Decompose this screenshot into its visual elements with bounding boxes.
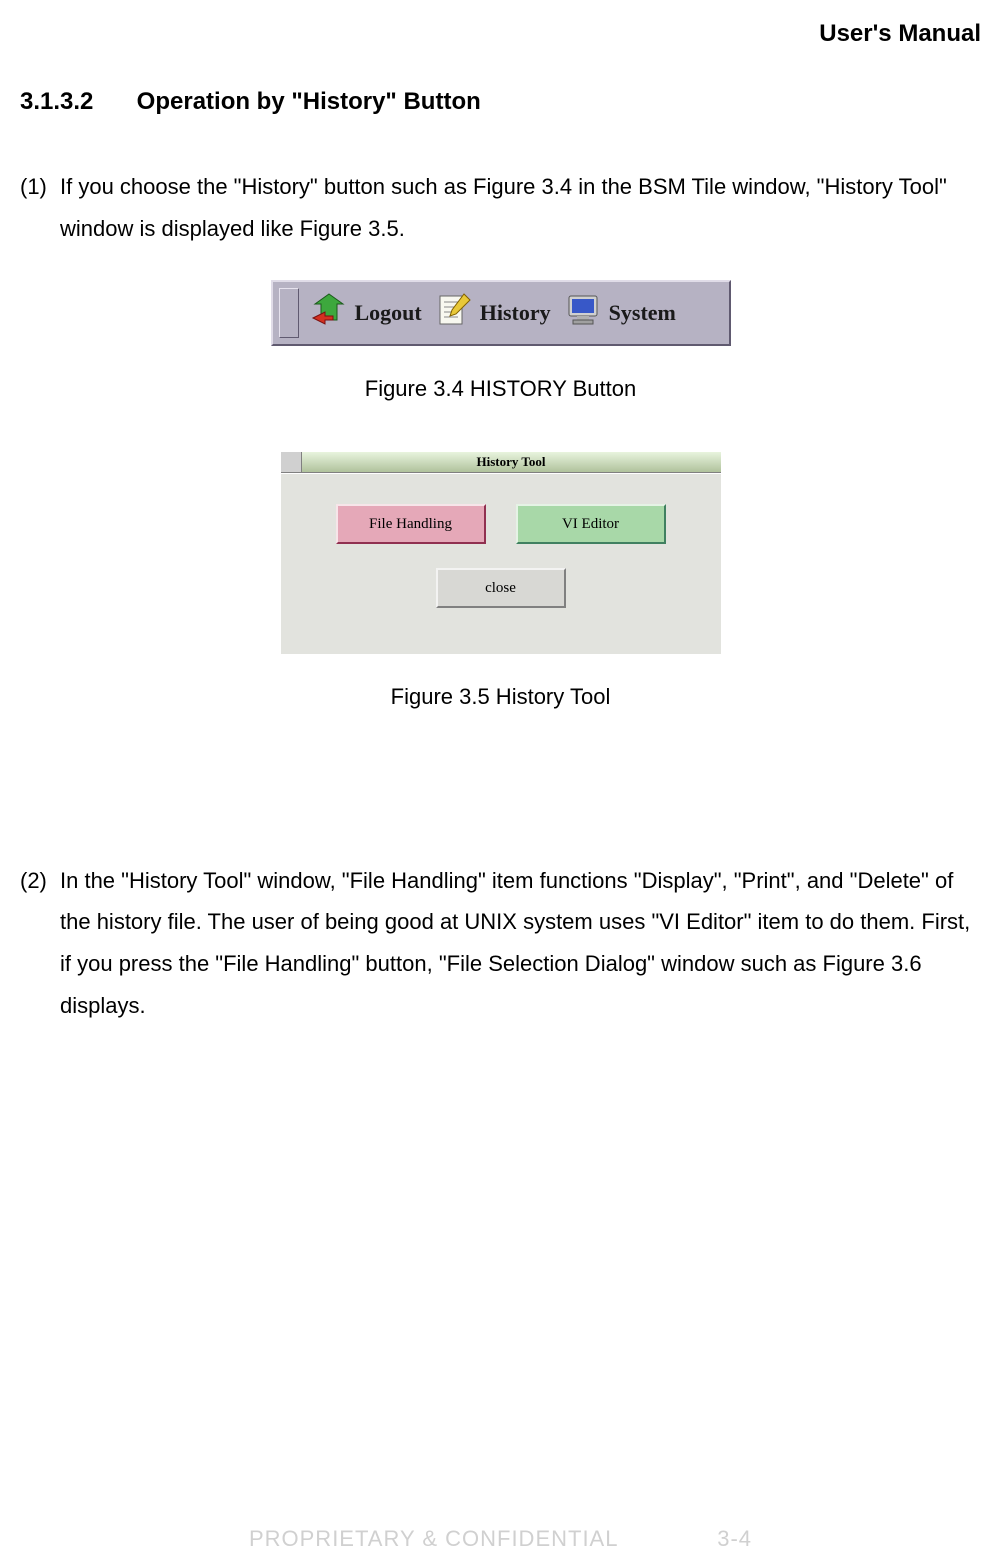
- figure-3-4-toolbar: Logout History: [271, 280, 731, 346]
- logout-button[interactable]: Logout: [303, 290, 428, 335]
- system-icon: [563, 290, 603, 335]
- section-title: Operation by "History" Button: [137, 88, 481, 115]
- footer-page-number: 3-4: [717, 1526, 752, 1551]
- section-heading: 3.1.3.2 Operation by "History" Button: [20, 88, 981, 116]
- footer-left: PROPRIETARY & CONFIDENTIAL: [249, 1526, 618, 1551]
- logout-label: Logout: [355, 300, 422, 326]
- section-number: 3.1.3.2: [20, 88, 130, 116]
- vi-editor-button[interactable]: VI Editor: [516, 504, 666, 544]
- file-handling-button[interactable]: File Handling: [336, 504, 486, 544]
- window-title: History Tool: [302, 452, 721, 472]
- history-button[interactable]: History: [428, 290, 557, 335]
- system-button[interactable]: System: [557, 290, 682, 335]
- system-label: System: [609, 300, 676, 326]
- figure-3-5-window: History Tool File Handling VI Editor clo…: [281, 452, 721, 654]
- history-label: History: [480, 300, 551, 326]
- logout-icon: [309, 290, 349, 335]
- close-button[interactable]: close: [436, 568, 566, 608]
- list-marker: (2): [20, 860, 60, 1027]
- list-text: In the "History Tool" window, "File Hand…: [60, 860, 981, 1027]
- figure-3-4-caption: Figure 3.4 HISTORY Button: [20, 376, 981, 402]
- list-item: (1) If you choose the "History" button s…: [20, 166, 981, 250]
- list-marker: (1): [20, 166, 60, 250]
- scrollbar-handle[interactable]: [279, 288, 299, 338]
- page-header: User's Manual: [20, 20, 981, 48]
- window-menu-button[interactable]: [281, 452, 302, 472]
- list-text: If you choose the "History" button such …: [60, 166, 981, 250]
- page-footer: PROPRIETARY & CONFIDENTIAL 3-4: [0, 1526, 1001, 1552]
- list-item: (2) In the "History Tool" window, "File …: [20, 860, 981, 1027]
- figure-3-5-caption: Figure 3.5 History Tool: [20, 684, 981, 710]
- history-icon: [434, 290, 474, 335]
